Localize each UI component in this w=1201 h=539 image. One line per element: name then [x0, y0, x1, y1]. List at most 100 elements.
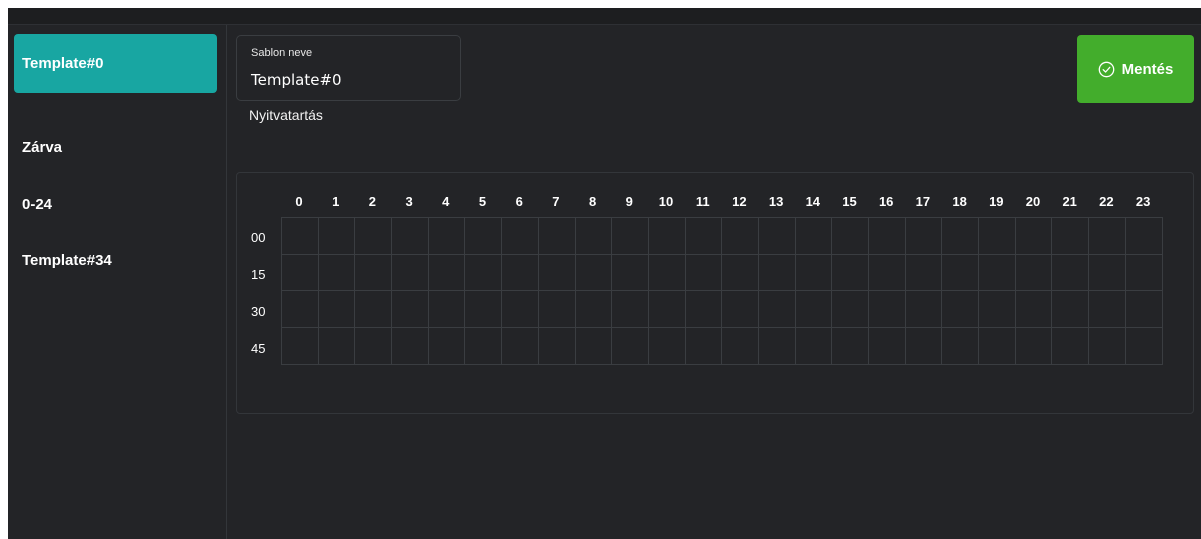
- schedule-cell[interactable]: [612, 254, 649, 292]
- schedule-cell[interactable]: [502, 328, 539, 365]
- schedule-cell[interactable]: [905, 291, 943, 329]
- schedule-cell[interactable]: [1052, 254, 1090, 292]
- schedule-cell[interactable]: [758, 291, 796, 329]
- schedule-cell[interactable]: [538, 218, 576, 255]
- save-button[interactable]: Mentés: [1077, 35, 1194, 103]
- schedule-cell[interactable]: [465, 254, 503, 292]
- schedule-cell[interactable]: [612, 328, 649, 365]
- schedule-cell[interactable]: [869, 254, 906, 292]
- sidebar-item-0-24[interactable]: 0-24: [14, 175, 217, 234]
- schedule-cell[interactable]: [282, 291, 319, 329]
- schedule-cell[interactable]: [758, 328, 796, 365]
- schedule-cell[interactable]: [685, 291, 723, 329]
- schedule-cell[interactable]: [869, 291, 906, 329]
- schedule-cell[interactable]: [355, 254, 393, 292]
- schedule-cell[interactable]: [1125, 254, 1163, 292]
- schedule-cell[interactable]: [832, 328, 869, 365]
- schedule-cell[interactable]: [869, 328, 906, 365]
- schedule-cell[interactable]: [942, 218, 980, 255]
- schedule-cell[interactable]: [465, 218, 503, 255]
- schedule-cell[interactable]: [1015, 254, 1053, 292]
- schedule-cell[interactable]: [575, 254, 613, 292]
- schedule-cell[interactable]: [979, 218, 1016, 255]
- schedule-cell[interactable]: [282, 218, 319, 255]
- schedule-cell[interactable]: [685, 328, 723, 365]
- schedule-cell[interactable]: [1052, 218, 1090, 255]
- schedule-cell[interactable]: [392, 291, 429, 329]
- schedule-cell[interactable]: [832, 291, 869, 329]
- schedule-cell[interactable]: [979, 254, 1016, 292]
- schedule-cell[interactable]: [979, 291, 1016, 329]
- schedule-cell[interactable]: [575, 218, 613, 255]
- schedule-cell[interactable]: [318, 291, 356, 329]
- schedule-cell[interactable]: [318, 328, 356, 365]
- schedule-cell[interactable]: [648, 254, 686, 292]
- schedule-cell[interactable]: [318, 218, 356, 255]
- schedule-cell[interactable]: [465, 328, 503, 365]
- schedule-cell[interactable]: [538, 328, 576, 365]
- schedule-cell[interactable]: [392, 328, 429, 365]
- schedule-cell[interactable]: [1089, 328, 1126, 365]
- schedule-cell[interactable]: [832, 254, 869, 292]
- schedule-cell[interactable]: [1052, 291, 1090, 329]
- schedule-cell[interactable]: [795, 291, 833, 329]
- schedule-cell[interactable]: [648, 291, 686, 329]
- schedule-cell[interactable]: [685, 218, 723, 255]
- schedule-cell[interactable]: [722, 254, 759, 292]
- schedule-cell[interactable]: [538, 291, 576, 329]
- schedule-cell[interactable]: [722, 218, 759, 255]
- sidebar-item-template-34[interactable]: Template#34: [14, 231, 217, 290]
- schedule-cell[interactable]: [355, 291, 393, 329]
- schedule-cell[interactable]: [428, 218, 466, 255]
- schedule-cell[interactable]: [905, 254, 943, 292]
- schedule-cell[interactable]: [1125, 328, 1163, 365]
- schedule-cell[interactable]: [979, 328, 1016, 365]
- schedule-cell[interactable]: [612, 218, 649, 255]
- schedule-cell[interactable]: [538, 254, 576, 292]
- schedule-cell[interactable]: [1015, 218, 1053, 255]
- schedule-cell[interactable]: [575, 328, 613, 365]
- schedule-cell[interactable]: [942, 328, 980, 365]
- schedule-cell[interactable]: [502, 291, 539, 329]
- schedule-cell[interactable]: [942, 291, 980, 329]
- schedule-cell[interactable]: [758, 254, 796, 292]
- schedule-cell[interactable]: [318, 254, 356, 292]
- schedule-cell[interactable]: [282, 328, 319, 365]
- schedule-cell[interactable]: [758, 218, 796, 255]
- schedule-cell[interactable]: [465, 291, 503, 329]
- schedule-cell[interactable]: [942, 254, 980, 292]
- schedule-cell[interactable]: [722, 291, 759, 329]
- schedule-cell[interactable]: [648, 218, 686, 255]
- template-name-input[interactable]: Template#0: [251, 71, 342, 89]
- schedule-cell[interactable]: [869, 218, 906, 255]
- schedule-cell[interactable]: [1125, 218, 1163, 255]
- schedule-cell[interactable]: [355, 218, 393, 255]
- sidebar-item-zarva[interactable]: Zárva: [14, 118, 217, 177]
- schedule-cell[interactable]: [795, 218, 833, 255]
- schedule-cell[interactable]: [612, 291, 649, 329]
- schedule-cell[interactable]: [428, 328, 466, 365]
- schedule-cell[interactable]: [905, 328, 943, 365]
- schedule-cell[interactable]: [428, 254, 466, 292]
- schedule-cell[interactable]: [1015, 328, 1053, 365]
- schedule-cell[interactable]: [502, 218, 539, 255]
- schedule-cell[interactable]: [832, 218, 869, 255]
- schedule-cell[interactable]: [795, 254, 833, 292]
- template-name-field[interactable]: Sablon neve Template#0: [236, 35, 461, 101]
- schedule-cell[interactable]: [1125, 291, 1163, 329]
- schedule-cell[interactable]: [905, 218, 943, 255]
- schedule-cell[interactable]: [1089, 218, 1126, 255]
- schedule-cell[interactable]: [392, 254, 429, 292]
- schedule-cell[interactable]: [795, 328, 833, 365]
- schedule-cell[interactable]: [685, 254, 723, 292]
- schedule-cell[interactable]: [1052, 328, 1090, 365]
- sidebar-item-template-0[interactable]: Template#0: [14, 34, 217, 93]
- schedule-cell[interactable]: [282, 254, 319, 292]
- schedule-cell[interactable]: [1015, 291, 1053, 329]
- schedule-cell[interactable]: [648, 328, 686, 365]
- schedule-cell[interactable]: [722, 328, 759, 365]
- schedule-cell[interactable]: [1089, 254, 1126, 292]
- schedule-cell[interactable]: [392, 218, 429, 255]
- schedule-cell[interactable]: [502, 254, 539, 292]
- schedule-cell[interactable]: [575, 291, 613, 329]
